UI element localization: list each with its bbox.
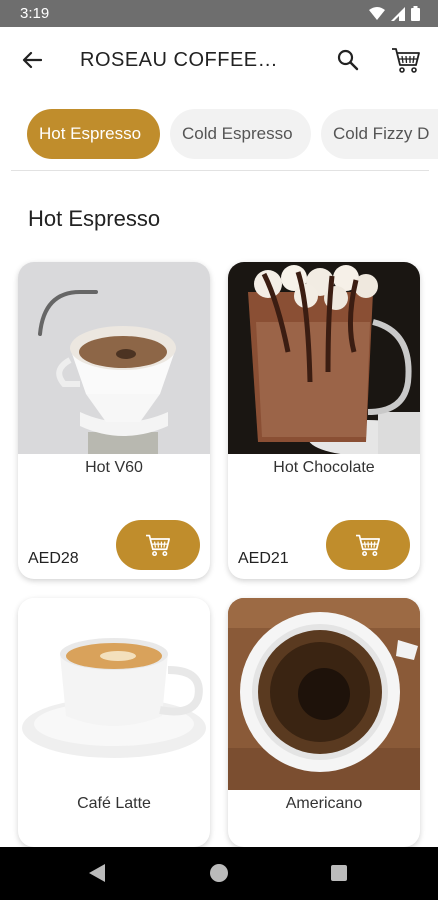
add-to-cart-button[interactable] [116, 520, 200, 570]
product-image [18, 262, 210, 454]
product-card-hot-v60[interactable]: Hot V60 AED28 [18, 262, 210, 579]
category-tabs: Hot Espresso Cold Espresso Cold Fizzy D [0, 109, 438, 161]
product-price: AED28 [28, 550, 79, 567]
cart-icon [356, 534, 380, 557]
search-icon [337, 49, 359, 71]
tab-label: Cold Fizzy D [333, 124, 430, 143]
product-card-cafe-latte[interactable]: Café Latte [18, 598, 210, 847]
back-button[interactable] [18, 46, 46, 74]
nav-recents-button[interactable] [331, 865, 347, 881]
cart-icon [392, 48, 420, 73]
app-bar: ROSEAU COFFEE… [0, 27, 438, 93]
product-price: AED21 [238, 550, 289, 567]
product-name: Hot Chocolate [273, 459, 375, 476]
tab-hot-espresso[interactable]: Hot Espresso [27, 109, 160, 159]
product-image [228, 262, 420, 454]
product-card-americano[interactable]: Americano [228, 598, 420, 847]
cart-icon [146, 534, 170, 557]
status-icons [369, 6, 420, 21]
section-title: Hot Espresso [28, 206, 161, 231]
status-bar: 3:19 [0, 0, 438, 27]
nav-home-button[interactable] [210, 864, 228, 882]
tab-cold-espresso[interactable]: Cold Espresso [170, 109, 311, 159]
product-name: Americano [285, 795, 363, 812]
divider [11, 170, 429, 171]
triangle-back-icon [89, 864, 105, 882]
tab-cold-fizzy[interactable]: Cold Fizzy D [321, 109, 438, 159]
product-name: Café Latte [77, 795, 151, 812]
wifi-icon [369, 6, 385, 20]
tab-label: Cold Espresso [182, 124, 293, 143]
product-image [228, 598, 420, 790]
product-card-hot-chocolate[interactable]: Hot Chocolate AED21 [228, 262, 420, 579]
product-name: Hot V60 [85, 459, 143, 476]
back-arrow-icon [22, 51, 42, 69]
search-button[interactable] [334, 46, 362, 74]
page-title: ROSEAU COFFEE… [80, 49, 279, 71]
signal-icon [391, 6, 405, 21]
product-image [18, 598, 210, 790]
add-to-cart-button[interactable] [326, 520, 410, 570]
system-nav-bar [0, 847, 438, 900]
battery-icon [411, 6, 420, 21]
status-time: 3:19 [20, 5, 50, 22]
nav-back-button[interactable] [89, 864, 105, 887]
tab-label: Hot Espresso [39, 124, 142, 143]
cart-button[interactable] [390, 44, 422, 76]
